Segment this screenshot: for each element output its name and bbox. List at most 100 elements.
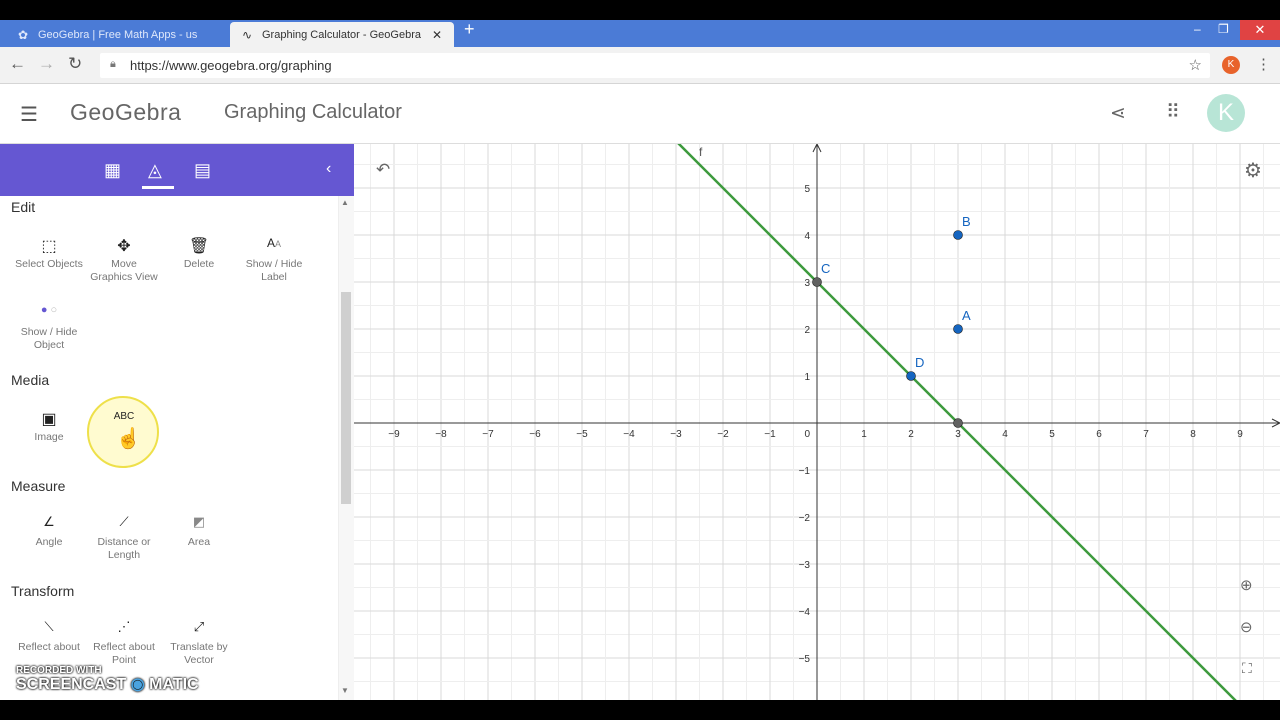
page-title: Graphing Calculator — [224, 101, 402, 123]
scroll-up-icon[interactable]: ▲ — [341, 198, 349, 207]
trash-icon: 🗑︎ — [188, 238, 210, 255]
section-media: Media — [11, 372, 50, 388]
tool-distance-length[interactable]: ⟋ Distance or Length — [86, 514, 162, 562]
tool-reflect-line[interactable]: ⟍ Reflect about — [11, 619, 87, 654]
section-transform: Transform — [11, 583, 75, 599]
move-arrows-icon: ✥ — [117, 238, 131, 255]
tab-title: Graphing Calculator - GeoGebra — [262, 28, 421, 41]
point-label: D — [915, 355, 924, 370]
browser-toolbar: ← → ↻ 🔒︎ https://www.geogebra.org/graphi… — [0, 47, 1280, 84]
tab-graphing-calculator[interactable]: ∿ Graphing Calculator - GeoGebra ✕ — [230, 22, 454, 47]
url-text: https://www.geogebra.org/graphing — [130, 58, 332, 73]
tool-move-graphics-view[interactable]: ✥ Move Graphics View — [86, 236, 162, 284]
y-tick-label: −2 — [799, 513, 811, 524]
x-tick-label: 4 — [1002, 429, 1008, 440]
tab-geogebra-home[interactable]: ✿ GeoGebra | Free Math Apps - us — [6, 22, 228, 47]
scroll-down-icon[interactable]: ▼ — [341, 686, 349, 695]
y-tick-label: 1 — [804, 372, 810, 383]
angle-icon: ∠ — [43, 514, 55, 529]
maximize-button[interactable]: ❐ — [1218, 22, 1229, 36]
point — [906, 371, 916, 381]
tool-angle[interactable]: ∠ Angle — [11, 514, 87, 549]
translate-vector-icon: ⤢ — [193, 619, 205, 634]
tool-translate-vector[interactable]: ⤢ Translate by Vector — [161, 619, 237, 667]
reflect-point-icon: ⋰ — [117, 619, 131, 634]
back-button[interactable]: ← — [9, 54, 26, 74]
x-tick-label: −8 — [435, 429, 447, 440]
section-measure: Measure — [11, 478, 66, 494]
zoom-in-icon[interactable]: ⊕ — [1240, 576, 1253, 594]
distance-icon: ⟋ — [119, 514, 129, 529]
y-tick-label: 2 — [804, 325, 810, 336]
tool-area[interactable]: ◩ Area — [161, 514, 237, 549]
calculator-icon[interactable]: ▦ — [104, 160, 121, 181]
y-tick-label: −3 — [799, 560, 811, 571]
x-tick-label: −3 — [670, 429, 682, 440]
select-objects-icon: ⬚ — [41, 238, 57, 255]
label-aa-icon: AA — [266, 236, 282, 250]
point — [953, 324, 963, 334]
settings-gear-icon[interactable]: ⚙ — [1244, 158, 1262, 183]
y-tick-label: 3 — [804, 278, 810, 289]
apps-grid-icon[interactable]: ⠿ — [1166, 101, 1180, 124]
y-tick-label: −5 — [799, 654, 811, 665]
x-tick-label: −9 — [388, 429, 400, 440]
point-label: A — [962, 308, 971, 323]
table-icon[interactable]: ▤ — [194, 160, 211, 181]
minimize-button[interactable]: – — [1194, 22, 1201, 36]
tools-icon[interactable]: ◬ — [142, 160, 174, 189]
profile-avatar[interactable]: K — [1222, 56, 1240, 74]
tool-select-objects[interactable]: ⬚ Select Objects — [11, 236, 87, 271]
fullscreen-icon[interactable]: ⛶ — [1242, 660, 1252, 677]
hand-cursor-icon: ☝ — [116, 428, 141, 450]
graphics-view[interactable]: −9 −8 −7 −6 −5 −4 −3 −2 −1 1 2 3 4 5 6 7 8 9 5 4 3 2 1 −1 −2 −3 −4… — [354, 144, 1280, 700]
x-tick-label: −2 — [717, 429, 729, 440]
y-tick-label: −4 — [799, 607, 811, 618]
point — [953, 418, 963, 428]
x-tick-label: 3 — [955, 429, 961, 440]
menu-icon[interactable]: ☰ — [20, 102, 38, 127]
x-tick-label: −7 — [482, 429, 494, 440]
point-label: B — [962, 214, 971, 229]
geogebra-logo[interactable]: GeoGebra — [70, 99, 181, 126]
tool-show-hide-object[interactable]: ● ○ Show / Hide Object — [11, 304, 87, 352]
x-tick-label: 9 — [1237, 429, 1243, 440]
screen: ✿ GeoGebra | Free Math Apps - us ∿ Graph… — [0, 0, 1280, 720]
panel-scrollbar-thumb[interactable] — [341, 292, 351, 504]
x-tick-label: 5 — [1049, 429, 1055, 440]
panel-header: ▦ ◬ ▤ ‹ — [0, 144, 354, 196]
zoom-out-icon[interactable]: ⊖ — [1240, 618, 1253, 636]
close-icon[interactable]: ✕ — [430, 28, 444, 42]
tools-panel: Edit ⬚ Select Objects ✥ Move Graphics Vi… — [0, 196, 354, 700]
record-icon: ◉ — [130, 676, 145, 693]
app-header: ☰ GeoGebra Graphing Calculator ⋖ ⠿ K — [0, 84, 1280, 144]
reload-button[interactable]: ↻ — [68, 54, 82, 74]
watermark-brand: SCREENCAST ◉ MATIC — [16, 676, 199, 693]
window-close-button[interactable]: ✕ — [1240, 20, 1280, 40]
coordinate-plane[interactable]: −9 −8 −7 −6 −5 −4 −3 −2 −1 1 2 3 4 5 6 7 8 9 5 4 3 2 1 −1 −2 −3 −4… — [354, 144, 1280, 700]
point — [953, 230, 963, 240]
tool-image[interactable]: ▣ Image — [11, 409, 87, 444]
forward-button[interactable]: → — [38, 54, 55, 74]
collapse-panel-icon[interactable]: ‹ — [326, 160, 331, 178]
new-tab-button[interactable]: + — [464, 19, 475, 40]
y-tick-label: 5 — [804, 184, 810, 195]
point-label: C — [821, 261, 830, 276]
x-tick-label: 7 — [1143, 429, 1149, 440]
tool-show-hide-label[interactable]: AA Show / Hide Label — [236, 236, 312, 284]
share-icon[interactable]: ⋖ — [1110, 102, 1126, 125]
reflect-line-icon: ⟍ — [44, 619, 54, 634]
browser-tabstrip: ✿ GeoGebra | Free Math Apps - us ∿ Graph… — [0, 19, 1280, 47]
tool-delete[interactable]: 🗑︎ Delete — [161, 236, 237, 271]
tab-title: GeoGebra | Free Math Apps - us — [38, 28, 198, 41]
undo-icon[interactable]: ↶ — [376, 160, 390, 180]
x-tick-label: 1 — [861, 429, 867, 440]
area-icon: ◩ — [192, 514, 206, 529]
address-bar[interactable]: 🔒︎ https://www.geogebra.org/graphing ☆ — [100, 53, 1210, 78]
bookmark-star-icon[interactable]: ☆ — [1189, 56, 1202, 74]
x-tick-label: −4 — [623, 429, 635, 440]
lock-icon: 🔒︎ — [110, 58, 116, 70]
line-label: f — [699, 145, 703, 159]
browser-menu-icon[interactable]: ⋮ — [1256, 55, 1271, 73]
avatar[interactable]: K — [1207, 94, 1245, 132]
